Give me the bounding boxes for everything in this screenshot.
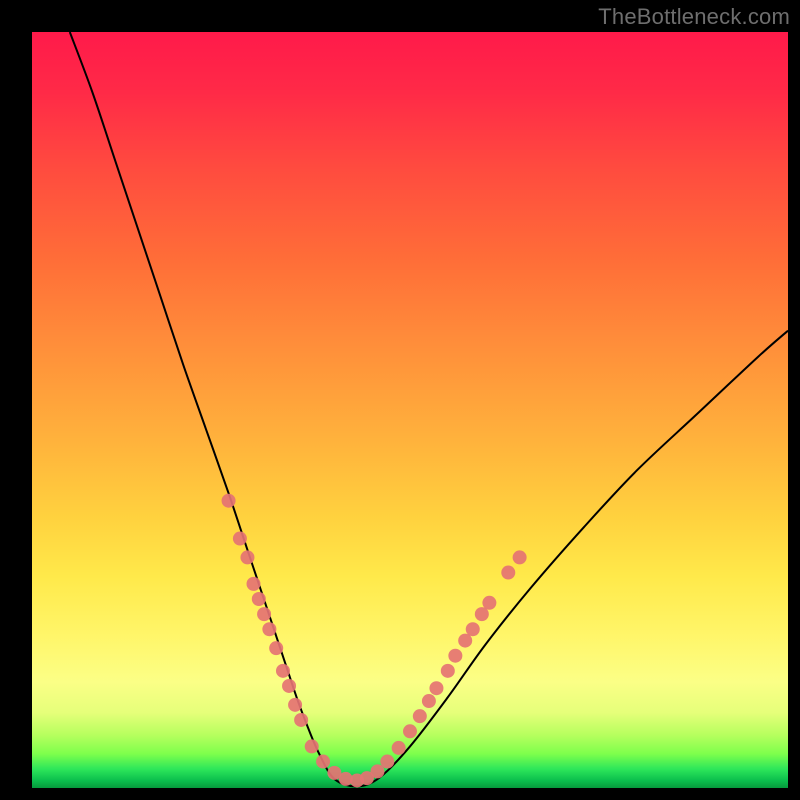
data-dot (413, 709, 427, 723)
data-dot (448, 649, 462, 663)
data-dot (482, 596, 496, 610)
data-dot (403, 724, 417, 738)
data-dot (380, 755, 394, 769)
plot-area (32, 32, 788, 788)
data-dot (276, 664, 290, 678)
dot-clusters (222, 494, 527, 788)
data-dot (222, 494, 236, 508)
watermark-label: TheBottleneck.com (598, 4, 790, 30)
data-dot (501, 566, 515, 580)
bottleneck-curve-path (70, 32, 788, 787)
data-dot (305, 739, 319, 753)
data-dot (269, 641, 283, 655)
data-dot (466, 622, 480, 636)
data-dot (441, 664, 455, 678)
bottleneck-curve (70, 32, 788, 787)
data-dot (422, 694, 436, 708)
data-dot (282, 679, 296, 693)
data-dot (294, 713, 308, 727)
data-dot (513, 550, 527, 564)
data-dot (288, 698, 302, 712)
data-dot (240, 550, 254, 564)
chart-svg (32, 32, 788, 788)
data-dot (429, 681, 443, 695)
data-dot (316, 755, 330, 769)
data-dot (247, 577, 261, 591)
data-dot (252, 592, 266, 606)
data-dot (233, 532, 247, 546)
data-dot (392, 741, 406, 755)
data-dot (262, 622, 276, 636)
data-dot (257, 607, 271, 621)
